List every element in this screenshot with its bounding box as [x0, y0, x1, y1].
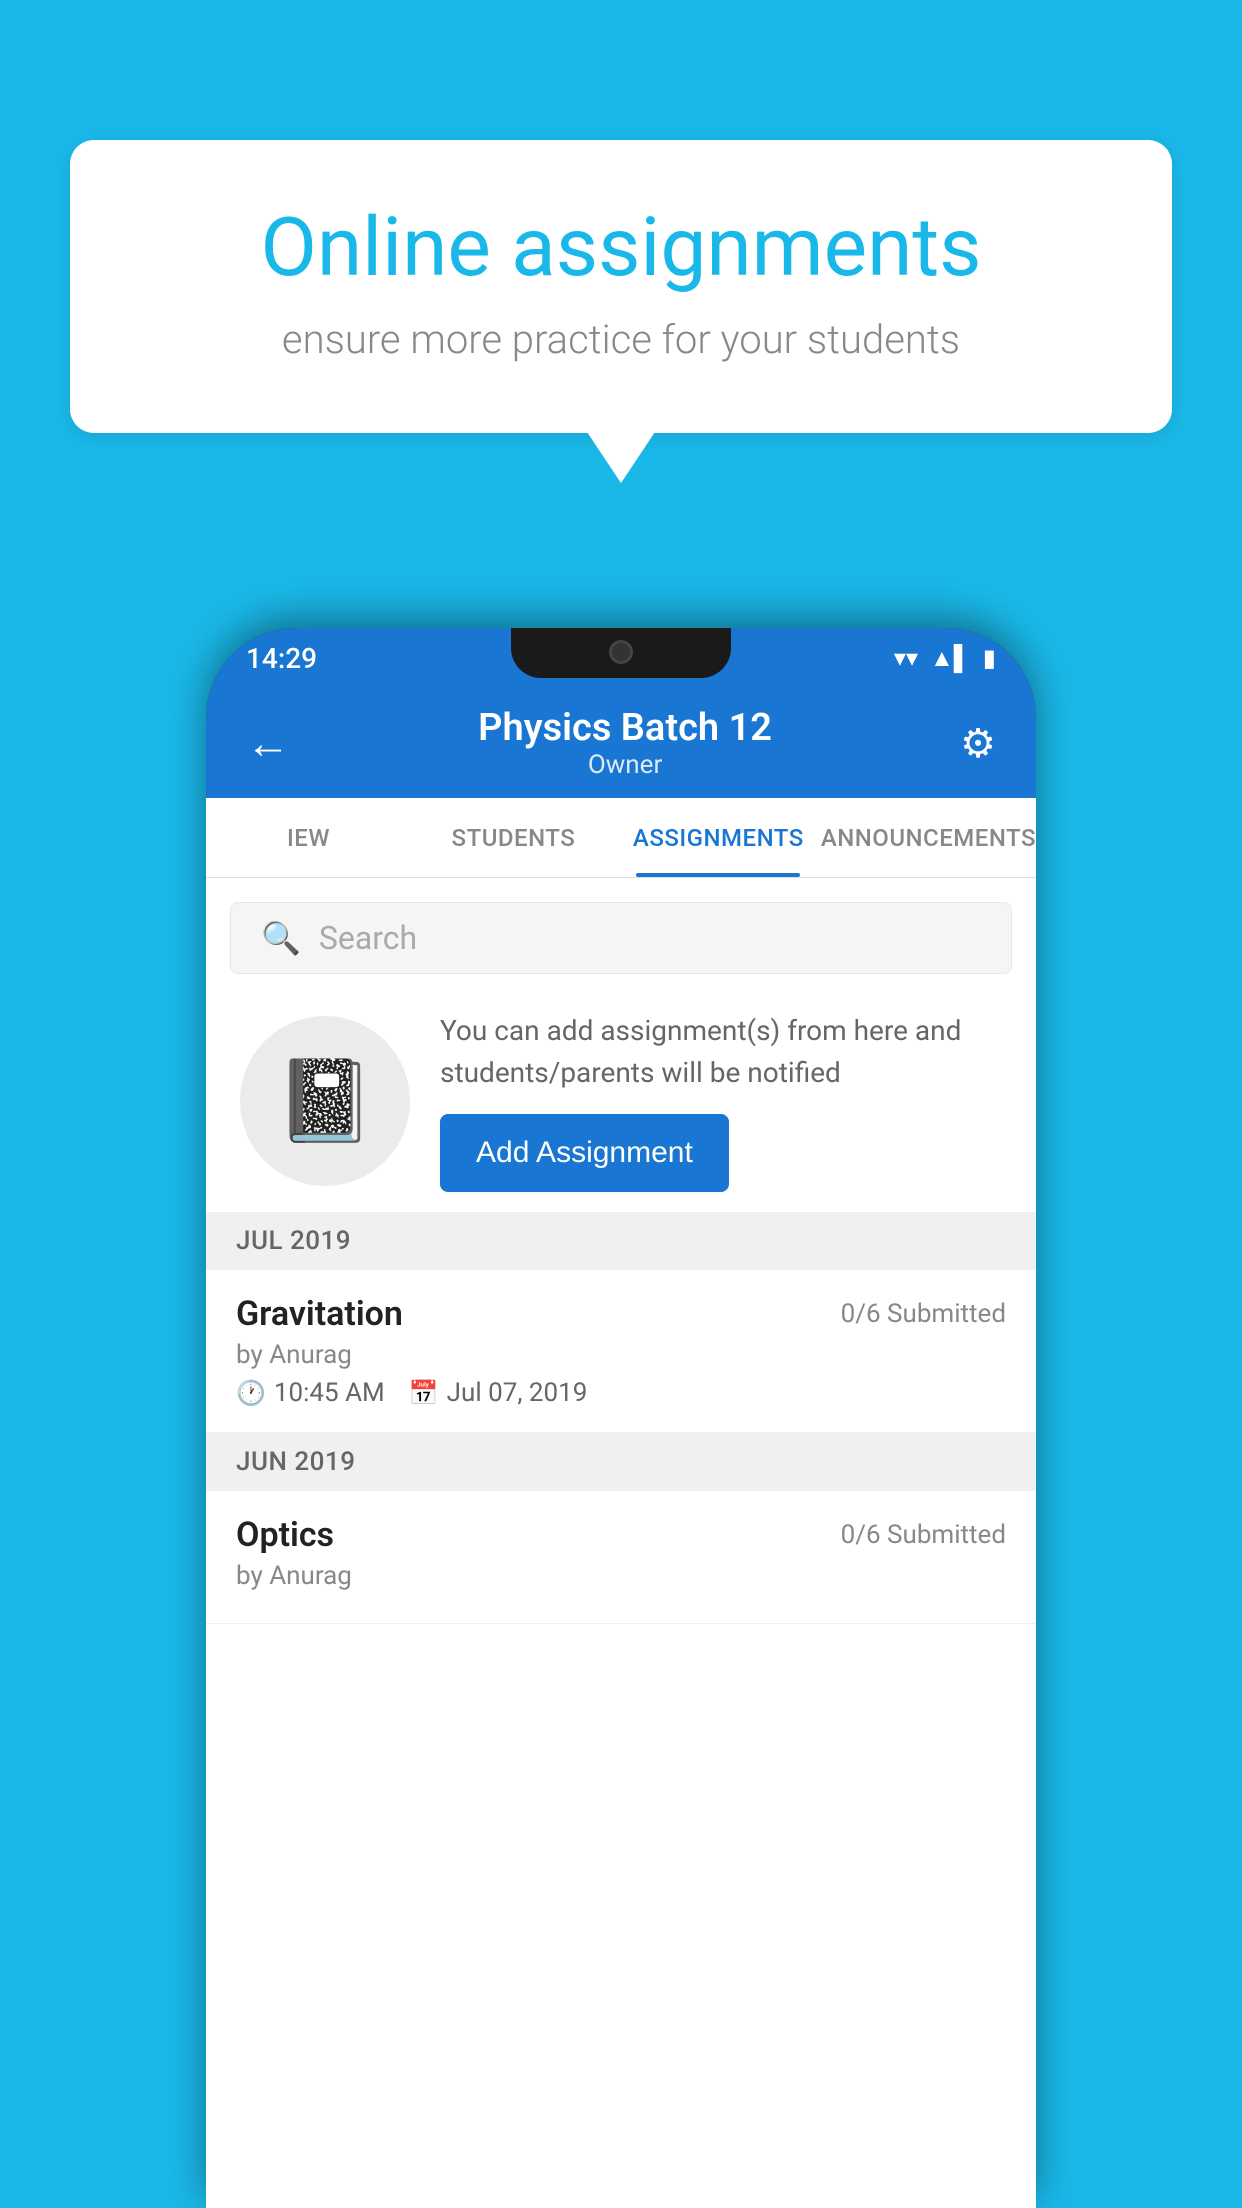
- info-card: 📓 You can add assignment(s) from here an…: [230, 990, 1012, 1212]
- assignment-submitted: 0/6 Submitted: [841, 1299, 1006, 1329]
- assignment-by-optics: by Anurag: [236, 1561, 1006, 1591]
- phone-frame: 14:29 ▾▾ ▲▌ ▮ ← Physics Batch 12 Owner ⚙…: [206, 628, 1036, 2208]
- header-subtitle: Owner: [478, 750, 772, 780]
- assignment-time-value: 10:45 AM: [274, 1378, 385, 1408]
- tab-iew[interactable]: IEW: [206, 798, 411, 877]
- tab-students[interactable]: STUDENTS: [411, 798, 616, 877]
- assignment-item-optics[interactable]: Optics 0/6 Submitted by Anurag: [206, 1491, 1036, 1624]
- assignment-submitted-optics: 0/6 Submitted: [841, 1520, 1006, 1550]
- tab-assignments[interactable]: ASSIGNMENTS: [616, 798, 821, 877]
- assignment-row1: Gravitation 0/6 Submitted: [236, 1294, 1006, 1334]
- assignment-name-optics: Optics: [236, 1515, 334, 1555]
- assignment-row1-optics: Optics 0/6 Submitted: [236, 1515, 1006, 1555]
- settings-icon[interactable]: ⚙: [960, 720, 996, 767]
- speech-bubble: Online assignments ensure more practice …: [70, 140, 1172, 433]
- back-button[interactable]: ←: [246, 717, 290, 769]
- section-header-jun: JUN 2019: [206, 1433, 1036, 1491]
- tab-announcements[interactable]: ANNOUNCEMENTS: [821, 798, 1036, 877]
- assignment-name: Gravitation: [236, 1294, 403, 1334]
- tabs-bar: IEW STUDENTS ASSIGNMENTS ANNOUNCEMENTS: [206, 798, 1036, 878]
- assignment-date-value: Jul 07, 2019: [447, 1378, 588, 1408]
- assignment-time: 🕐 10:45 AM: [236, 1378, 385, 1408]
- status-icons: ▾▾ ▲▌ ▮: [894, 644, 996, 673]
- section-header-jul: JUL 2019: [206, 1212, 1036, 1270]
- bubble-title: Online assignments: [150, 200, 1092, 296]
- search-placeholder: Search: [319, 919, 417, 957]
- battery-icon: ▮: [983, 644, 996, 672]
- notebook-icon: 📓: [275, 1054, 375, 1148]
- assignment-date: 📅 Jul 07, 2019: [409, 1378, 588, 1408]
- phone-notch: [511, 628, 731, 678]
- info-text-area: You can add assignment(s) from here and …: [440, 1010, 1002, 1192]
- info-description: You can add assignment(s) from here and …: [440, 1010, 1002, 1094]
- add-assignment-button[interactable]: Add Assignment: [440, 1114, 729, 1192]
- clock-icon: 🕐: [236, 1379, 266, 1407]
- speech-bubble-container: Online assignments ensure more practice …: [70, 140, 1172, 433]
- assignment-item-gravitation[interactable]: Gravitation 0/6 Submitted by Anurag 🕐 10…: [206, 1270, 1036, 1433]
- status-time: 14:29: [246, 642, 317, 675]
- header-title: Physics Batch 12: [478, 706, 772, 750]
- wifi-icon: ▾▾: [894, 644, 918, 672]
- app-header: ← Physics Batch 12 Owner ⚙: [206, 688, 1036, 798]
- phone-camera: [609, 640, 633, 664]
- assignment-icon-circle: 📓: [240, 1016, 410, 1186]
- content-area: 🔍 Search 📓 You can add assignment(s) fro…: [206, 878, 1036, 2208]
- bubble-subtitle: ensure more practice for your students: [150, 316, 1092, 363]
- assignment-meta: 🕐 10:45 AM 📅 Jul 07, 2019: [236, 1378, 1006, 1408]
- search-icon: 🔍: [261, 919, 301, 957]
- signal-icon: ▲▌: [930, 644, 971, 673]
- assignment-by: by Anurag: [236, 1340, 1006, 1370]
- calendar-icon: 📅: [409, 1379, 439, 1407]
- header-title-area: Physics Batch 12 Owner: [478, 706, 772, 780]
- search-bar[interactable]: 🔍 Search: [230, 902, 1012, 974]
